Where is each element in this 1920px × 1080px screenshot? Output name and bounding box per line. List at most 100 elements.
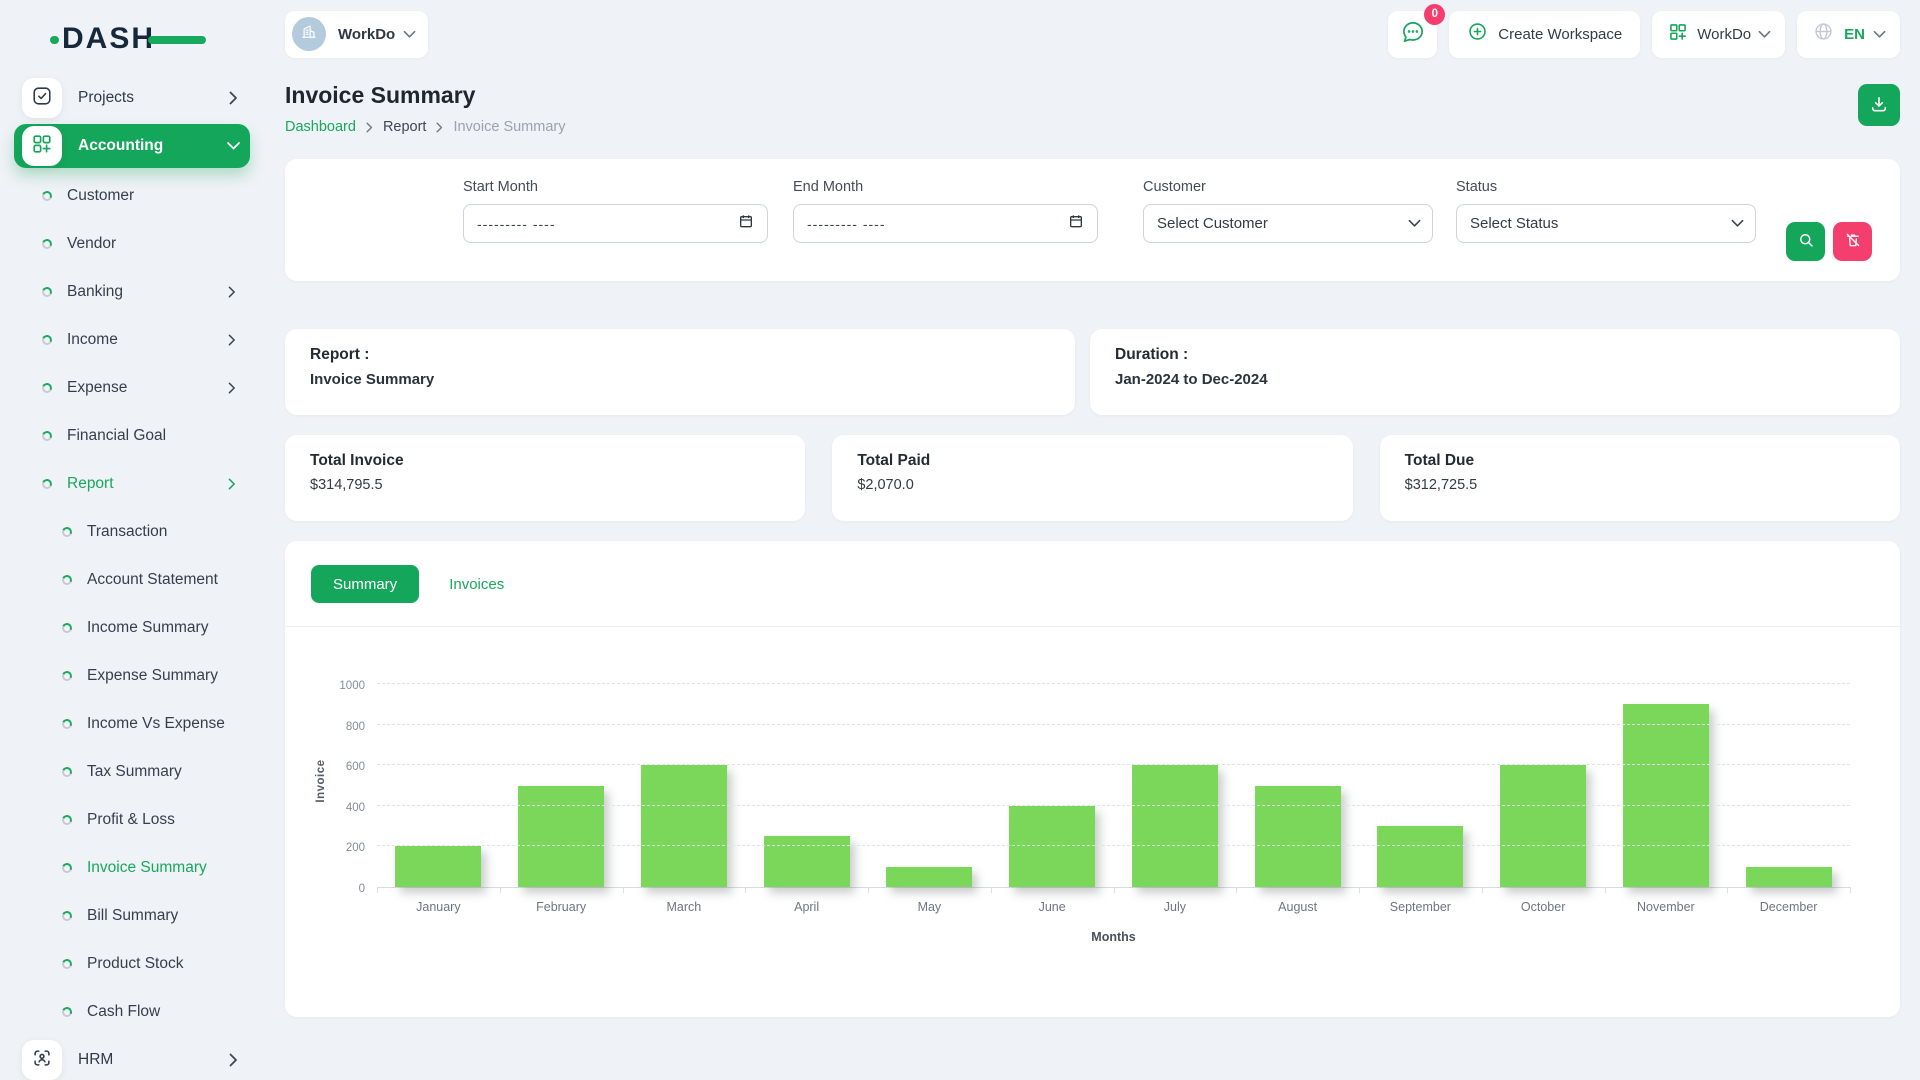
bar-august[interactable] bbox=[1255, 786, 1341, 888]
total-invoice-card: Total Invoice $314,795.5 bbox=[285, 435, 805, 521]
y-tick-label: 0 bbox=[359, 883, 365, 895]
sidebar-item-account-statement[interactable]: Account Statement bbox=[0, 556, 262, 604]
sidebar-item-label: Income bbox=[67, 331, 228, 349]
status-field: Status Select Status bbox=[1456, 179, 1756, 261]
messages-badge: 0 bbox=[1424, 4, 1445, 25]
breadcrumb-dashboard[interactable]: Dashboard bbox=[285, 119, 356, 135]
grid-plus-icon bbox=[1668, 22, 1688, 47]
bar-march[interactable] bbox=[641, 765, 727, 887]
workspace-selector[interactable]: WorkDo bbox=[285, 11, 428, 58]
x-tick-label: January bbox=[377, 900, 500, 914]
customer-selected-value: Select Customer bbox=[1157, 215, 1268, 232]
bar-february[interactable] bbox=[518, 786, 604, 888]
bullet-icon bbox=[61, 1006, 74, 1019]
apply-filter-button[interactable] bbox=[1786, 222, 1825, 261]
bullet-icon bbox=[41, 334, 54, 347]
chevron-right-icon bbox=[229, 91, 238, 105]
sidebar-item-label: Income Summary bbox=[87, 619, 236, 637]
report-info-row: Report : Invoice Summary Duration : Jan-… bbox=[285, 329, 1900, 415]
sidebar-item-tax-summary[interactable]: Tax Summary bbox=[0, 748, 262, 796]
gridline bbox=[377, 805, 1850, 806]
sidebar-item-customer[interactable]: Customer bbox=[0, 172, 262, 220]
gridline bbox=[377, 764, 1850, 765]
sidebar-item-label: Report bbox=[67, 475, 228, 493]
tab-summary[interactable]: Summary bbox=[311, 565, 419, 603]
sidebar-item-hrm[interactable]: HRM bbox=[14, 1038, 250, 1080]
sidebar-item-income-vs-expense[interactable]: Income Vs Expense bbox=[0, 700, 262, 748]
axis-tick bbox=[1359, 887, 1360, 893]
duration-value: Jan-2024 to Dec-2024 bbox=[1115, 371, 1875, 388]
total-paid-label: Total Paid bbox=[857, 452, 1327, 470]
status-select[interactable]: Select Status bbox=[1456, 204, 1756, 243]
calendar-icon[interactable] bbox=[738, 213, 754, 234]
download-button[interactable] bbox=[1858, 84, 1900, 126]
sidebar-item-banking[interactable]: Banking bbox=[0, 268, 262, 316]
app-logo[interactable]: DASH bbox=[62, 18, 202, 60]
sidebar-item-product-stock[interactable]: Product Stock bbox=[0, 940, 262, 988]
breadcrumb-current: Invoice Summary bbox=[453, 119, 565, 135]
sidebar-item-accounting[interactable]: Accounting bbox=[14, 124, 250, 168]
axis-tick bbox=[1727, 887, 1728, 893]
messages-button[interactable]: 0 bbox=[1388, 11, 1437, 58]
customer-select[interactable]: Select Customer bbox=[1143, 204, 1433, 243]
sidebar-item-transaction[interactable]: Transaction bbox=[0, 508, 262, 556]
bullet-icon bbox=[61, 862, 74, 875]
language-selector[interactable]: EN bbox=[1797, 11, 1900, 58]
x-tick-label: October bbox=[1482, 900, 1605, 914]
end-month-value: --------- ---- bbox=[807, 216, 886, 232]
bar-december[interactable] bbox=[1746, 867, 1832, 887]
sidebar-item-bill-summary[interactable]: Bill Summary bbox=[0, 892, 262, 940]
bar-may[interactable] bbox=[886, 867, 972, 887]
app-menu-button[interactable]: WorkDo bbox=[1652, 11, 1785, 58]
x-tick-label: April bbox=[745, 900, 868, 914]
create-workspace-button[interactable]: Create Workspace bbox=[1449, 11, 1640, 58]
total-invoice-value: $314,795.5 bbox=[310, 477, 780, 493]
chevron-right-icon bbox=[228, 334, 236, 346]
topbar-actions: 0 Create Workspace WorkDo EN bbox=[1388, 11, 1900, 58]
bar-january[interactable] bbox=[395, 846, 481, 887]
sidebar-item-financial-goal[interactable]: Financial Goal bbox=[0, 412, 262, 460]
axis-tick bbox=[1114, 887, 1115, 893]
bar-september[interactable] bbox=[1377, 826, 1463, 887]
bullet-icon bbox=[41, 430, 54, 443]
x-tick-label: February bbox=[500, 900, 623, 914]
bullet-icon bbox=[61, 910, 74, 923]
sidebar-item-profit-loss[interactable]: Profit & Loss bbox=[0, 796, 262, 844]
total-paid-value: $2,070.0 bbox=[857, 477, 1327, 493]
sidebar-item-expense-summary[interactable]: Expense Summary bbox=[0, 652, 262, 700]
sidebar-item-income[interactable]: Income bbox=[0, 316, 262, 364]
sidebar-item-expense[interactable]: Expense bbox=[0, 364, 262, 412]
end-month-input[interactable]: --------- ---- bbox=[793, 204, 1098, 243]
sidebar-item-projects[interactable]: Projects bbox=[14, 76, 250, 120]
x-tick-label: May bbox=[868, 900, 991, 914]
tab-invoices[interactable]: Invoices bbox=[449, 576, 504, 593]
bar-november[interactable] bbox=[1623, 704, 1709, 887]
bar-slot bbox=[1482, 685, 1605, 887]
total-due-label: Total Due bbox=[1405, 452, 1875, 470]
bar-july[interactable] bbox=[1132, 765, 1218, 887]
bar-slot bbox=[623, 685, 746, 887]
bar-june[interactable] bbox=[1009, 806, 1095, 887]
breadcrumb-report[interactable]: Report bbox=[383, 119, 427, 135]
axis-tick bbox=[1236, 887, 1237, 893]
sidebar-item-label: Account Statement bbox=[87, 571, 236, 589]
axis-tick bbox=[745, 887, 746, 893]
sidebar-item-report[interactable]: Report bbox=[0, 460, 262, 508]
calendar-icon[interactable] bbox=[1068, 213, 1084, 234]
y-tick-label: 400 bbox=[346, 802, 365, 814]
sidebar-item-income-summary[interactable]: Income Summary bbox=[0, 604, 262, 652]
sidebar-item-cash-flow[interactable]: Cash Flow bbox=[0, 988, 262, 1036]
axis-tick bbox=[377, 887, 378, 893]
sidebar-item-invoice-summary[interactable]: Invoice Summary bbox=[0, 844, 262, 892]
start-month-input[interactable]: --------- ---- bbox=[463, 204, 768, 243]
sidebar-item-label: Financial Goal bbox=[67, 427, 236, 445]
sidebar-item-vendor[interactable]: Vendor bbox=[0, 220, 262, 268]
chart-plot bbox=[377, 685, 1850, 888]
chevron-right-icon bbox=[436, 122, 443, 133]
chart-bars bbox=[377, 685, 1850, 887]
bar-april[interactable] bbox=[764, 836, 850, 887]
globe-icon bbox=[1813, 21, 1834, 47]
sidebar-item-label: Product Stock bbox=[87, 955, 236, 973]
reset-filter-button[interactable] bbox=[1833, 222, 1872, 261]
bar-october[interactable] bbox=[1500, 765, 1586, 887]
